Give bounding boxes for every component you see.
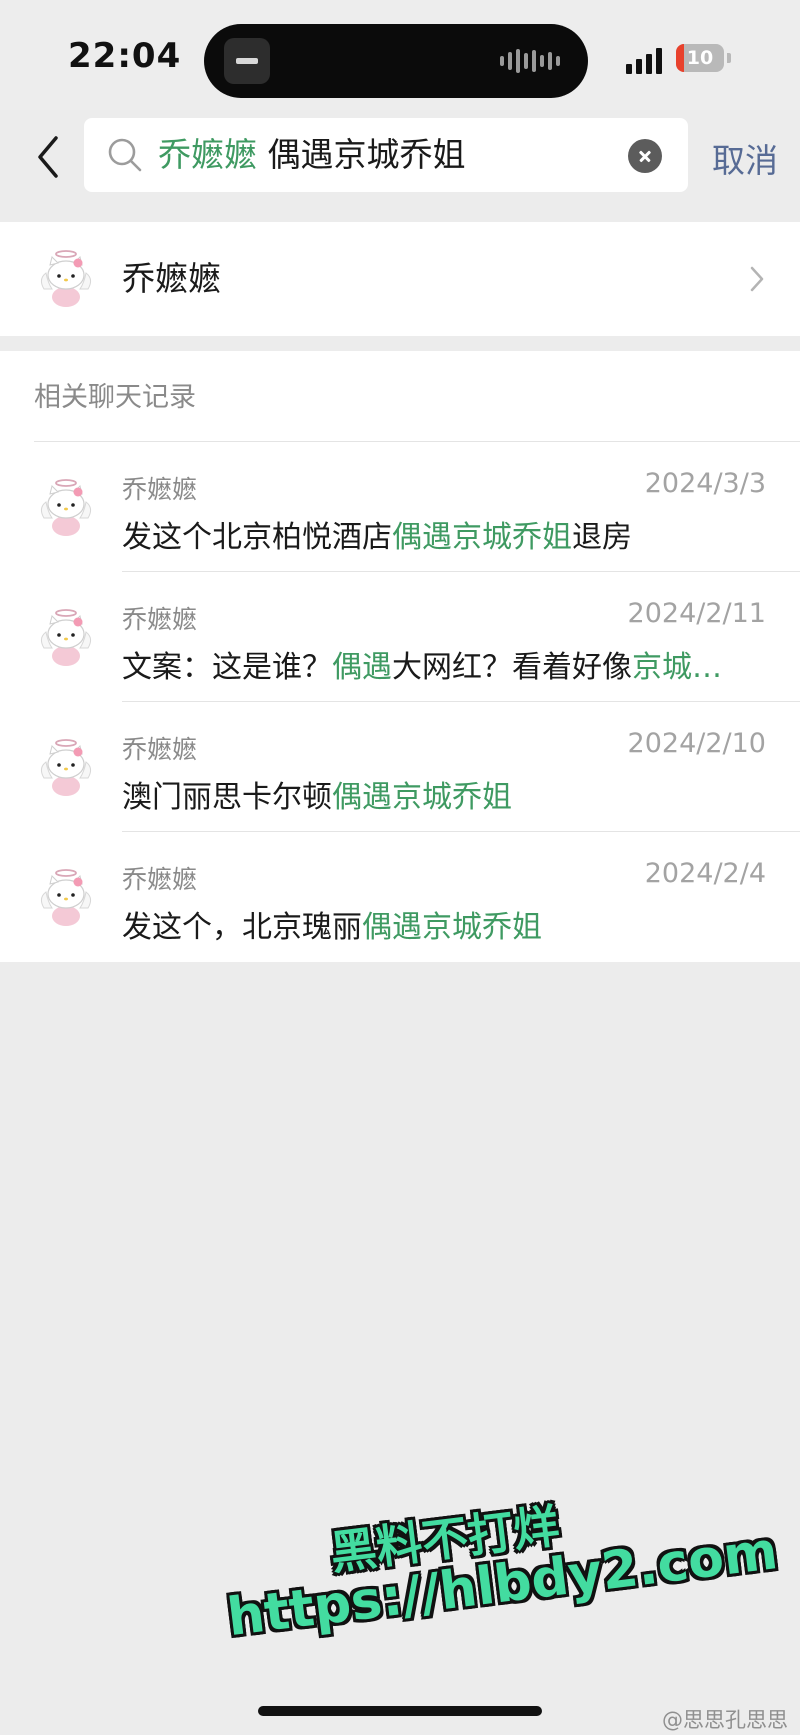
chat-record-date: 2024/2/4	[644, 858, 766, 889]
message-text: 发这个北京柏悦酒店	[122, 520, 392, 555]
chat-records-panel: 相关聊天记录 乔嬷嬷 2024/3/3 发这个北京柏悦酒店偶遇京城乔姐退房 乔嬷…	[0, 351, 800, 962]
home-indicator[interactable]	[258, 1706, 542, 1716]
message-highlight: 京城…	[632, 650, 722, 685]
chat-record-sender: 乔嬷嬷	[122, 605, 198, 634]
chat-record-date: 2024/2/11	[627, 598, 766, 629]
search-input[interactable]: 乔嬷嬷 偶遇京城乔姐	[84, 118, 688, 192]
hello-kitty-avatar	[40, 739, 92, 796]
battery-icon: 10	[676, 44, 724, 72]
message-highlight: 偶遇京城乔姐	[362, 910, 542, 945]
chat-record-item[interactable]: 乔嬷嬷 2024/2/4 发这个，北京瑰丽偶遇京城乔姐	[0, 832, 800, 962]
chat-record-message: 发这个北京柏悦酒店偶遇京城乔姐退房	[122, 512, 632, 556]
search-query-keyword: 偶遇京城乔姐	[267, 135, 466, 174]
hello-kitty-avatar	[40, 479, 92, 536]
search-query: 乔嬷嬷 偶遇京城乔姐	[158, 118, 466, 192]
signal-icon	[626, 44, 662, 74]
app-activity-icon	[224, 38, 270, 84]
cancel-button[interactable]: 取消	[712, 134, 778, 182]
chat-record-date: 2024/2/10	[627, 728, 766, 759]
message-highlight: 偶遇京城乔姐	[332, 780, 512, 815]
chat-record-sender: 乔嬷嬷	[122, 475, 198, 504]
message-text: 文案：这是谁？	[122, 650, 332, 685]
message-text: 大网红？看着好像	[392, 650, 632, 685]
dynamic-island	[204, 24, 588, 98]
battery-tip	[727, 53, 731, 63]
message-text: 发这个，北京瑰丽	[122, 910, 362, 945]
chat-record-item[interactable]: 乔嬷嬷 2024/2/10 澳门丽思卡尔顿偶遇京城乔姐	[0, 702, 800, 832]
chat-record-item[interactable]: 乔嬷嬷 2024/3/3 发这个北京柏悦酒店偶遇京城乔姐退房	[0, 442, 800, 572]
hello-kitty-avatar	[40, 869, 92, 926]
clear-search-icon[interactable]	[628, 139, 662, 173]
status-bar: 22:04 10	[0, 0, 800, 110]
hello-kitty-avatar	[40, 250, 92, 307]
chat-record-message: 文案：这是谁？偶遇大网红？看着好像京城…	[122, 642, 722, 686]
chat-records-header: 相关聊天记录	[34, 382, 196, 413]
status-time: 22:04	[68, 36, 182, 76]
credit-watermark: @思思孔思思	[662, 1708, 788, 1732]
chat-record-date: 2024/3/3	[644, 468, 766, 499]
search-icon	[108, 138, 142, 172]
message-highlight: 偶遇	[332, 650, 392, 685]
audio-wave-icon	[500, 49, 560, 73]
contact-name: 乔嬷嬷	[122, 259, 221, 298]
chat-record-sender: 乔嬷嬷	[122, 735, 198, 764]
back-arrow-icon[interactable]	[30, 132, 70, 182]
hello-kitty-avatar	[40, 609, 92, 666]
message-text: 退房	[572, 520, 632, 555]
battery-level: 10	[686, 47, 714, 69]
message-highlight: 偶遇京城乔姐	[392, 520, 572, 555]
watermark: 黑料不打烊 https://hlbdy2.com	[217, 1470, 781, 1690]
contact-result[interactable]: 乔嬷嬷	[0, 222, 800, 336]
chat-record-sender: 乔嬷嬷	[122, 865, 198, 894]
chat-record-message: 澳门丽思卡尔顿偶遇京城乔姐	[122, 772, 512, 816]
chevron-right-icon	[750, 266, 764, 292]
search-query-contact: 乔嬷嬷	[158, 135, 257, 174]
chat-record-message: 发这个，北京瑰丽偶遇京城乔姐	[122, 902, 542, 946]
message-text: 澳门丽思卡尔顿	[122, 780, 332, 815]
chat-record-item[interactable]: 乔嬷嬷 2024/2/11 文案：这是谁？偶遇大网红？看着好像京城…	[0, 572, 800, 702]
